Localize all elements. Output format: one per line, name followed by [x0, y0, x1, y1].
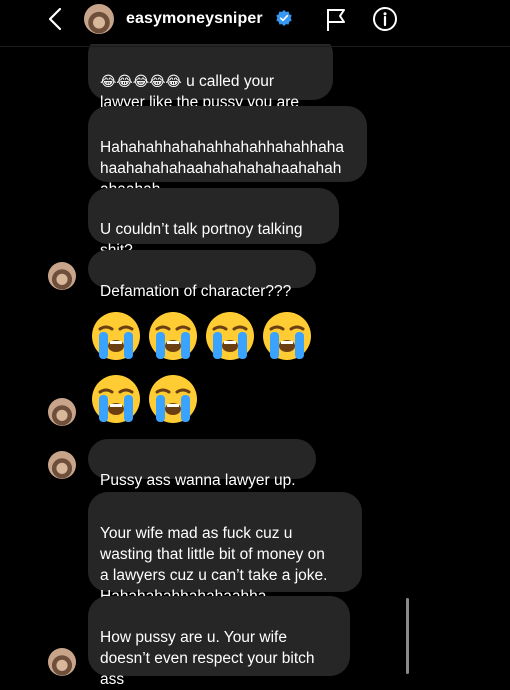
message-bubble[interactable]: Pussy ass wanna lawyer up.: [88, 439, 316, 489]
loudly-crying-emoji-icon: [149, 312, 197, 360]
chat-header: easymoneysniper: [0, 0, 510, 44]
report-flag-icon[interactable]: [324, 6, 348, 32]
back-chevron-icon[interactable]: [44, 6, 68, 32]
loudly-crying-emoji-icon: [263, 312, 311, 360]
verified-badge-icon: [276, 9, 292, 27]
loudly-crying-emoji-icon: [206, 312, 254, 360]
message-bubble[interactable]: Your wife mad as fuck cuz u wasting that…: [88, 492, 362, 605]
scrollbar[interactable]: [406, 598, 409, 674]
header-divider: [0, 46, 510, 47]
message-bubble[interactable]: Hahahahhahahahhahahhahahhaha haahahahaha…: [88, 106, 367, 198]
info-icon[interactable]: [372, 6, 398, 32]
message-bubble[interactable]: How pussy are u. Your wife doesn’t even …: [88, 596, 350, 688]
loudly-crying-emoji-icon: [149, 375, 197, 423]
loudly-crying-emoji-icon: [92, 312, 140, 360]
message-bubble[interactable]: U couldn’t talk portnoy talking shit?: [88, 188, 339, 259]
message-text: Your wife mad as fuck cuz u wasting that…: [100, 525, 328, 605]
message-text: How pussy are u. Your wife doesn’t even …: [100, 629, 315, 688]
laughing-emoji-group: 😂😂😂😂😂: [100, 73, 182, 89]
header-avatar[interactable]: [84, 4, 114, 34]
sender-avatar[interactable]: [48, 262, 76, 290]
sender-avatar[interactable]: [48, 648, 76, 676]
loudly-crying-emoji-icon: [92, 375, 140, 423]
sender-avatar[interactable]: [48, 451, 76, 479]
message-text: Pussy ass wanna lawyer up.: [100, 472, 296, 489]
sender-avatar[interactable]: [48, 398, 76, 426]
username[interactable]: easymoneysniper: [126, 10, 263, 28]
message-text: Defamation of character???: [100, 283, 292, 300]
message-bubble[interactable]: Defamation of character???: [88, 250, 316, 300]
